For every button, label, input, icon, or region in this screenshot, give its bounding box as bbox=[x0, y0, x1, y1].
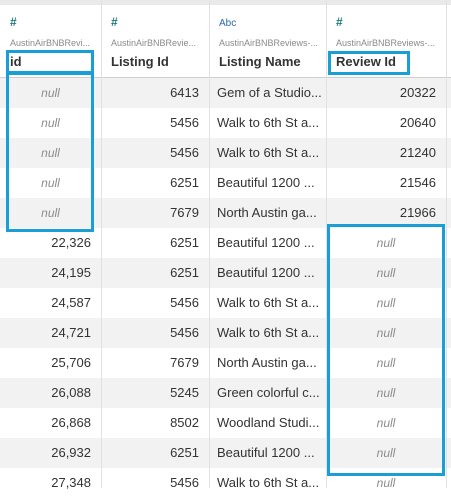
cell-review-id[interactable]: 20640 bbox=[326, 108, 436, 138]
table-row[interactable]: 26,868 8502 Woodland Studi... null bbox=[0, 408, 451, 438]
cell-listing-id[interactable]: 6413 bbox=[101, 78, 199, 108]
cell-listing-name[interactable]: Walk to 6th St a... bbox=[209, 318, 326, 348]
column-name: id bbox=[10, 54, 22, 69]
cell-listing-name[interactable]: North Austin ga... bbox=[209, 348, 326, 378]
cell-listing-id[interactable]: 8502 bbox=[101, 408, 199, 438]
data-grid: # AustinAirBNBRevi... id # AustinAirBNBR… bbox=[0, 0, 451, 490]
cell-review-id[interactable]: null bbox=[326, 228, 446, 258]
cell-listing-id[interactable]: 7679 bbox=[101, 198, 199, 228]
column-name: Review Id bbox=[336, 54, 396, 69]
column-divider[interactable] bbox=[209, 0, 210, 488]
cell-listing-id[interactable]: 5245 bbox=[101, 378, 199, 408]
table-row[interactable]: null 6413 Gem of a Studio... 20322 bbox=[0, 78, 451, 108]
cell-review-id[interactable]: null bbox=[326, 378, 446, 408]
cell-listing-id[interactable]: 6251 bbox=[101, 228, 199, 258]
cell-listing-name[interactable]: North Austin ga... bbox=[209, 198, 326, 228]
cell-listing-id[interactable]: 5456 bbox=[101, 318, 199, 348]
cell-listing-name[interactable]: Walk to 6th St a... bbox=[209, 108, 326, 138]
cell-review-id[interactable]: null bbox=[326, 348, 446, 378]
cell-id[interactable]: 26,932 bbox=[0, 438, 91, 468]
cell-id[interactable]: 24,195 bbox=[0, 258, 91, 288]
table-row[interactable]: 24,721 5456 Walk to 6th St a... null bbox=[0, 318, 451, 348]
table-row[interactable]: 26,932 6251 Beautiful 1200 ... null bbox=[0, 438, 451, 468]
cell-id[interactable]: null bbox=[0, 78, 101, 108]
column-header-listing-name[interactable]: Abc AustinAirBNBReviews-... Listing Name bbox=[209, 5, 326, 77]
cell-listing-id[interactable]: 5456 bbox=[101, 288, 199, 318]
string-type-icon: Abc bbox=[219, 18, 237, 29]
column-header-listing-id[interactable]: # AustinAirBNBRevie... Listing Id bbox=[101, 5, 209, 77]
cell-listing-name[interactable]: Walk to 6th St a... bbox=[209, 288, 326, 318]
column-name: Listing Name bbox=[219, 54, 301, 69]
number-type-icon: # bbox=[336, 15, 343, 29]
column-header-id[interactable]: # AustinAirBNBRevi... id bbox=[0, 5, 101, 77]
grid-header: # AustinAirBNBRevi... id # AustinAirBNBR… bbox=[0, 5, 451, 78]
cell-id[interactable]: 22,326 bbox=[0, 228, 91, 258]
cell-listing-id[interactable]: 5456 bbox=[101, 468, 199, 498]
cell-listing-id[interactable]: 6251 bbox=[101, 438, 199, 468]
cell-review-id[interactable]: null bbox=[326, 408, 446, 438]
cell-listing-name[interactable]: Beautiful 1200 ... bbox=[209, 258, 326, 288]
column-source: AustinAirBNBRevie... bbox=[111, 38, 197, 48]
table-row[interactable]: null 5456 Walk to 6th St a... 20640 bbox=[0, 108, 451, 138]
cell-listing-name[interactable]: Gem of a Studio... bbox=[209, 78, 326, 108]
column-divider[interactable] bbox=[326, 0, 327, 488]
table-row[interactable]: 24,587 5456 Walk to 6th St a... null bbox=[0, 288, 451, 318]
cell-review-id[interactable]: null bbox=[326, 468, 446, 498]
table-row[interactable]: 24,195 6251 Beautiful 1200 ... null bbox=[0, 258, 451, 288]
number-type-icon: # bbox=[111, 15, 118, 29]
cell-review-id[interactable]: null bbox=[326, 438, 446, 468]
cell-listing-id[interactable]: 5456 bbox=[101, 108, 199, 138]
cell-listing-name[interactable]: Green colorful c... bbox=[209, 378, 326, 408]
cell-review-id[interactable]: 21546 bbox=[326, 168, 436, 198]
cell-listing-name[interactable]: Beautiful 1200 ... bbox=[209, 168, 326, 198]
cell-id[interactable]: null bbox=[0, 108, 101, 138]
cell-listing-name[interactable]: Walk to 6th St a... bbox=[209, 138, 326, 168]
cell-review-id[interactable]: null bbox=[326, 258, 446, 288]
cell-id[interactable]: null bbox=[0, 198, 101, 228]
number-type-icon: # bbox=[10, 15, 17, 29]
column-source: AustinAirBNBReviews-... bbox=[336, 38, 436, 48]
cell-id[interactable]: null bbox=[0, 138, 101, 168]
column-divider[interactable] bbox=[101, 0, 102, 488]
cell-listing-id[interactable]: 6251 bbox=[101, 258, 199, 288]
table-row[interactable]: 25,706 7679 North Austin ga... null bbox=[0, 348, 451, 378]
table-row[interactable]: 27,348 5456 Walk to 6th St a... null bbox=[0, 468, 451, 498]
cell-review-id[interactable]: 21966 bbox=[326, 198, 436, 228]
column-name: Listing Id bbox=[111, 54, 169, 69]
column-source: AustinAirBNBReviews-... bbox=[219, 38, 319, 48]
cell-review-id[interactable]: 21240 bbox=[326, 138, 436, 168]
cell-listing-name[interactable]: Woodland Studi... bbox=[209, 408, 326, 438]
cell-listing-id[interactable]: 7679 bbox=[101, 348, 199, 378]
column-divider[interactable] bbox=[446, 0, 447, 488]
column-header-review-id[interactable]: # AustinAirBNBReviews-... Review Id bbox=[326, 5, 446, 77]
cell-listing-id[interactable]: 5456 bbox=[101, 138, 199, 168]
column-source: AustinAirBNBRevi... bbox=[10, 38, 91, 48]
cell-id[interactable]: 24,587 bbox=[0, 288, 91, 318]
cell-id[interactable]: 26,088 bbox=[0, 378, 91, 408]
cell-id[interactable]: 24,721 bbox=[0, 318, 91, 348]
cell-listing-name[interactable]: Walk to 6th St a... bbox=[209, 468, 326, 498]
cell-review-id[interactable]: 20322 bbox=[326, 78, 436, 108]
cell-review-id[interactable]: null bbox=[326, 318, 446, 348]
cell-listing-name[interactable]: Beautiful 1200 ... bbox=[209, 228, 326, 258]
table-row[interactable]: null 5456 Walk to 6th St a... 21240 bbox=[0, 138, 451, 168]
table-row[interactable]: null 7679 North Austin ga... 21966 bbox=[0, 198, 451, 228]
table-row[interactable]: 26,088 5245 Green colorful c... null bbox=[0, 378, 451, 408]
cell-listing-id[interactable]: 6251 bbox=[101, 168, 199, 198]
cell-id[interactable]: 27,348 bbox=[0, 468, 91, 498]
table-row[interactable]: null 6251 Beautiful 1200 ... 21546 bbox=[0, 168, 451, 198]
table-row[interactable]: 22,326 6251 Beautiful 1200 ... null bbox=[0, 228, 451, 258]
cell-id[interactable]: 26,868 bbox=[0, 408, 91, 438]
cell-id[interactable]: 25,706 bbox=[0, 348, 91, 378]
cell-review-id[interactable]: null bbox=[326, 288, 446, 318]
cell-listing-name[interactable]: Beautiful 1200 ... bbox=[209, 438, 326, 468]
cell-id[interactable]: null bbox=[0, 168, 101, 198]
